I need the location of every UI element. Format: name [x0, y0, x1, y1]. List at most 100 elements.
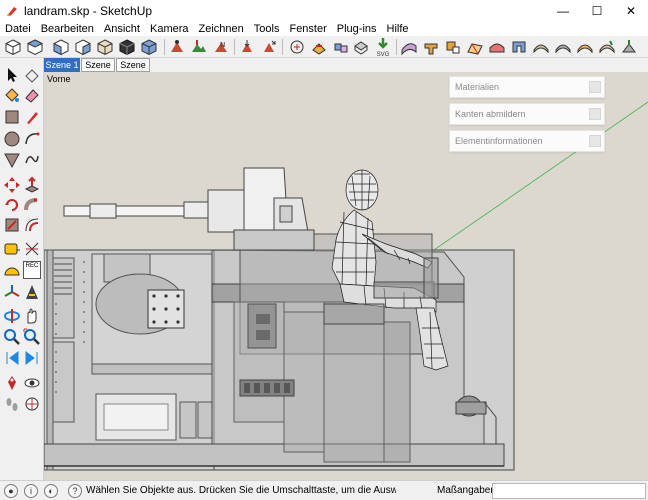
menu-bar: Datei Bearbeiten Ansicht Kamera Zeichnen…: [0, 21, 648, 36]
sandbox-tool-extra-icon[interactable]: [620, 38, 638, 56]
sandbox-stamp-icon[interactable]: [466, 38, 484, 56]
tray-kanten-abmildern[interactable]: Kanten abmildern: [449, 103, 605, 125]
right-view-icon[interactable]: [74, 38, 92, 56]
pan-icon[interactable]: [23, 307, 41, 325]
pencil-icon[interactable]: [23, 108, 41, 126]
orbit-icon[interactable]: [3, 307, 21, 325]
position-camera-icon[interactable]: [3, 374, 21, 392]
menu-ansicht[interactable]: Ansicht: [99, 23, 145, 35]
tab-szene-1[interactable]: Szene 1: [44, 58, 80, 72]
look-around-icon[interactable]: [23, 374, 41, 392]
menu-datei[interactable]: Datei: [0, 23, 36, 35]
measurements-label: Maßangaben: [437, 485, 496, 496]
sketchup-logo-icon: [7, 6, 17, 16]
iso-view-icon[interactable]: [4, 38, 22, 56]
zoom-icon[interactable]: [3, 328, 21, 346]
warehouse-share-icon[interactable]: [260, 38, 278, 56]
add-location-icon[interactable]: [168, 38, 186, 56]
tape-measure-icon[interactable]: [3, 240, 21, 258]
sandbox-drape-icon[interactable]: [488, 38, 506, 56]
zoom-extents-icon[interactable]: [23, 328, 41, 346]
maximize-button[interactable]: ☐: [580, 0, 614, 21]
tool-palette: REC: [0, 58, 44, 480]
terrain-toggle-icon[interactable]: [190, 38, 208, 56]
sandbox-add-detail-icon[interactable]: [510, 38, 528, 56]
tray-label-kanten: Kanten abmildern: [455, 109, 526, 119]
tray-materialien[interactable]: Materialien: [449, 76, 605, 98]
menu-tools[interactable]: Tools: [249, 23, 285, 35]
sandbox-tool-icon[interactable]: [598, 38, 616, 56]
geo-location-icon[interactable]: ●: [4, 484, 18, 498]
menu-plugins[interactable]: Plug-ins: [332, 23, 382, 35]
left-view-icon[interactable]: [118, 38, 136, 56]
tab-szene-3[interactable]: Szene 3: [116, 58, 150, 83]
offset-icon[interactable]: [23, 216, 41, 234]
axes-icon[interactable]: [3, 283, 21, 301]
tray-elementinformationen[interactable]: Elementinformationen: [449, 130, 605, 152]
rectangle-icon[interactable]: [3, 108, 21, 126]
menu-fenster[interactable]: Fenster: [284, 23, 331, 35]
sandbox-more-icon[interactable]: [576, 38, 594, 56]
circle-icon[interactable]: [3, 130, 21, 148]
user-account-icon[interactable]: ◐: [44, 484, 58, 498]
status-message: Wählen Sie Objekte aus. Drücken Sie die …: [86, 485, 396, 496]
photo-textures-icon[interactable]: N: [212, 38, 230, 56]
tray-expand-icon[interactable]: [589, 108, 601, 120]
back-view-icon[interactable]: [96, 38, 114, 56]
push-pull-icon[interactable]: [23, 176, 41, 194]
gun-turret: [63, 167, 315, 251]
sandbox-flip-edge-icon[interactable]: [532, 38, 550, 56]
follow-me-icon[interactable]: [23, 196, 41, 214]
sandbox-extra-icon[interactable]: [554, 38, 572, 56]
tab-szene-2[interactable]: Szene 2: [81, 58, 115, 83]
sandbox-smoove-icon[interactable]: [444, 38, 462, 56]
next-view-icon[interactable]: [23, 349, 41, 367]
help-icon[interactable]: ?: [68, 484, 82, 498]
protractor-icon[interactable]: [3, 261, 21, 279]
minimize-button[interactable]: —: [546, 0, 580, 21]
menu-zeichnen[interactable]: Zeichnen: [194, 23, 249, 35]
tray-label-materialien: Materialien: [455, 82, 500, 92]
arc-icon[interactable]: [23, 130, 41, 148]
paint-bucket-icon[interactable]: [3, 86, 21, 104]
move-icon[interactable]: [3, 176, 21, 194]
menu-bearbeiten[interactable]: Bearbeiten: [36, 23, 99, 35]
tray-expand-icon[interactable]: [589, 135, 601, 147]
share-component-icon[interactable]: [288, 38, 306, 56]
top-view-icon[interactable]: [26, 38, 44, 56]
polygon-icon[interactable]: [3, 151, 21, 169]
model-viewport[interactable]: Vorne Materialien Kanten abmildern Eleme…: [44, 72, 648, 480]
menu-kamera[interactable]: Kamera: [145, 23, 194, 35]
section-plane-icon[interactable]: [23, 395, 41, 413]
monochrome-style-icon[interactable]: [352, 38, 370, 56]
sandbox-from-contours-icon[interactable]: [400, 38, 418, 56]
tray-label-elementinformationen: Elementinformationen: [455, 136, 543, 146]
sandbox-from-scratch-icon[interactable]: [422, 38, 440, 56]
tray-expand-icon[interactable]: [589, 81, 601, 93]
record-icon[interactable]: REC: [23, 261, 41, 279]
menu-hilfe[interactable]: Hilfe: [382, 23, 414, 35]
previous-view-icon[interactable]: [3, 349, 21, 367]
warehouse-get-icon[interactable]: [238, 38, 256, 56]
dimension-icon[interactable]: [23, 240, 41, 258]
rec-label: REC: [25, 263, 39, 269]
front-view-icon[interactable]: [52, 38, 70, 56]
extension-warehouse-icon[interactable]: [310, 38, 328, 56]
rotate-icon[interactable]: [3, 196, 21, 214]
credits-icon[interactable]: i: [24, 484, 38, 498]
eraser-alt-icon[interactable]: [23, 86, 41, 104]
window-title: landram.skp - SketchUp: [24, 3, 153, 18]
measurements-input[interactable]: [492, 483, 646, 499]
select-icon[interactable]: [3, 66, 21, 84]
xray-style-icon[interactable]: [140, 38, 158, 56]
scale-icon[interactable]: [3, 216, 21, 234]
title-bar: landram.skp - SketchUp — ☐ ✕: [0, 0, 648, 21]
walk-icon[interactable]: [3, 395, 21, 413]
layout-send-icon[interactable]: [332, 38, 350, 56]
close-button[interactable]: ✕: [614, 0, 648, 21]
freehand-icon[interactable]: [23, 151, 41, 169]
text-3d-icon[interactable]: [23, 283, 41, 301]
main-toolbar: N SVG: [0, 36, 648, 58]
svg-export-icon[interactable]: SVG: [374, 37, 392, 58]
eraser-icon[interactable]: [23, 66, 41, 84]
